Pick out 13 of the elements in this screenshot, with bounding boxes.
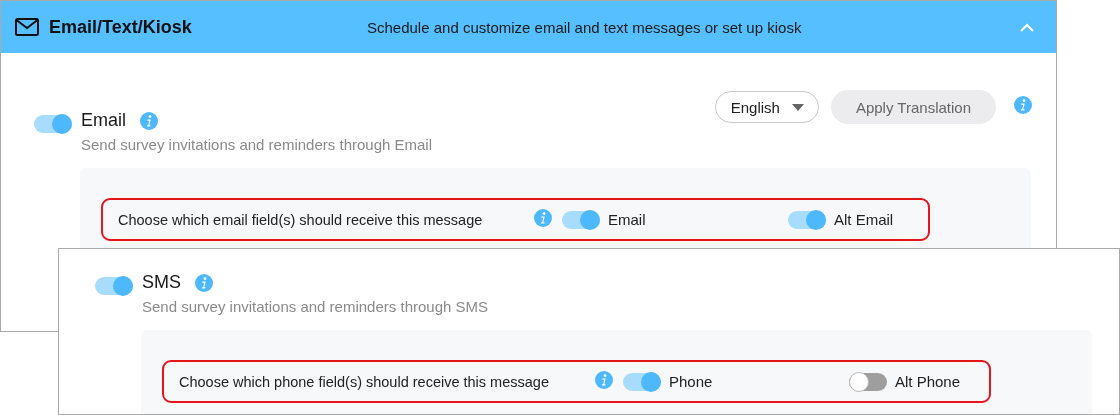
language-dropdown[interactable]: English bbox=[714, 91, 819, 123]
field-label: Phone bbox=[669, 373, 713, 390]
field-label: Alt Phone bbox=[895, 373, 961, 390]
field-prompt: Choose which phone field(s) should receive this message bbox=[179, 373, 550, 390]
channel-description: Send survey invitations and reminders through Email bbox=[81, 136, 432, 153]
section-subtitle: Schedule and customize email and text messages or set up kiosk bbox=[367, 18, 803, 36]
channel-name: SMS bbox=[142, 272, 181, 293]
section-title: Email/Text/Kiosk bbox=[49, 16, 193, 38]
field-label: Alt Email bbox=[834, 211, 894, 228]
field-prompt: Choose which email field(s) should receive this message bbox=[118, 211, 484, 228]
channel-description: Send survey invitations and reminders through SMS bbox=[142, 298, 488, 315]
channel-name: Email bbox=[81, 110, 126, 131]
field-label: Email bbox=[608, 211, 646, 228]
